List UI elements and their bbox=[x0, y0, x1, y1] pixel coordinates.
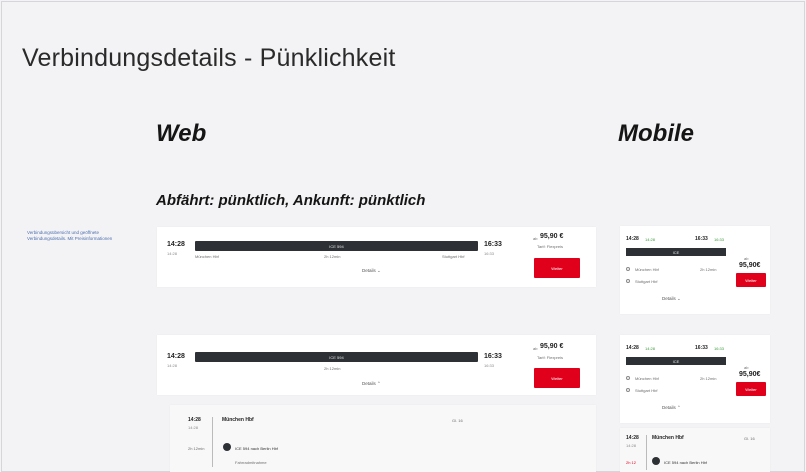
train-icon bbox=[652, 457, 660, 465]
page-title: Verbindungsdetails - Pünklichkeit bbox=[22, 44, 396, 72]
details-toggle[interactable]: Details ⌃ bbox=[662, 405, 681, 411]
mobile-connection-card-collapsed[interactable]: 14:28 14:28 16:33 16:33 ICE München Hbf … bbox=[620, 226, 770, 314]
price: 95,90€ bbox=[739, 262, 761, 269]
origin-dot bbox=[626, 376, 630, 380]
departure-actual: 14:28 bbox=[167, 251, 178, 256]
origin-station: München Hbf bbox=[635, 376, 659, 381]
destination-dot bbox=[626, 279, 630, 283]
price-note: Tarif: Flexpreis bbox=[537, 244, 564, 249]
arrival-time: 16:33 bbox=[695, 236, 708, 242]
web-connection-card-collapsed[interactable]: 14:28 14:28 ICE 594 München Hbf 2h 12min… bbox=[157, 227, 596, 287]
travel-duration: 2h 12min bbox=[700, 267, 717, 272]
leg-extra: Fahrradmitnahme bbox=[235, 460, 267, 465]
arrival-actual: 16:33 bbox=[714, 237, 725, 242]
arrival-actual: 16:33 bbox=[484, 251, 495, 256]
timeline-line bbox=[646, 435, 647, 470]
leg-duration: 2h 12min bbox=[188, 446, 205, 451]
train-icon bbox=[223, 443, 231, 451]
travel-duration: 2h 12min bbox=[700, 376, 717, 381]
origin-dot bbox=[626, 267, 630, 271]
platform-info: Gl. 16 bbox=[744, 436, 755, 441]
leg-duration: 2h 12 bbox=[626, 460, 637, 465]
stop-time-actual: 14:28 bbox=[188, 425, 199, 430]
leg-train: ICE 594 nach Berlin Hbf bbox=[235, 446, 278, 451]
stop-name: München Hbf bbox=[222, 417, 254, 423]
web-section-title: Web bbox=[156, 120, 207, 147]
destination-station: Stuttgart Hbf bbox=[442, 254, 465, 259]
stop-time: 14:28 bbox=[188, 417, 201, 423]
details-toggle[interactable]: Details ⌃ bbox=[362, 381, 381, 387]
departure-actual: 14:28 bbox=[645, 346, 656, 351]
departure-actual: 14:28 bbox=[167, 363, 178, 368]
continue-button[interactable]: Weiter bbox=[736, 382, 766, 396]
price-note: Tarif: Flexpreis bbox=[537, 355, 564, 360]
price-prefix: ab bbox=[744, 256, 749, 261]
train-bar: ICE 594 bbox=[195, 241, 478, 251]
continue-button[interactable]: Weiter bbox=[736, 273, 766, 287]
platform-info: Gl. 16 bbox=[452, 418, 463, 423]
side-note: Verbindungsübersicht und geöffnete Verbi… bbox=[27, 230, 113, 241]
web-details-panel: 14:28 14:28 München Hbf Gl. 16 2h 12min … bbox=[170, 405, 596, 472]
origin-station: München Hbf bbox=[195, 254, 219, 259]
arrival-time: 16:33 bbox=[484, 241, 502, 248]
train-bar: ICE bbox=[626, 248, 726, 256]
travel-duration: 2h 12min bbox=[324, 254, 341, 259]
web-connection-card-expanded[interactable]: 14:28 14:28 ICE 594 2h 12min 16:33 16:33… bbox=[157, 335, 596, 395]
arrival-time: 16:33 bbox=[695, 345, 708, 351]
train-bar: ICE 594 bbox=[195, 352, 478, 362]
price: 95,90 € bbox=[540, 233, 564, 240]
destination-station: Stuttgart Hbf bbox=[635, 388, 658, 393]
origin-station: München Hbf bbox=[635, 267, 659, 272]
price: 95,90€ bbox=[739, 371, 761, 378]
leg-train: ICE 594 nach Berlin Hbf bbox=[664, 460, 707, 465]
departure-time: 14:28 bbox=[167, 241, 185, 248]
scenario-subtitle: Abfährt: pünktlich, Ankunft: pünktlich bbox=[156, 192, 426, 209]
arrival-time: 16:33 bbox=[484, 353, 502, 360]
destination-dot bbox=[626, 388, 630, 392]
price: 95,90 € bbox=[540, 343, 564, 350]
departure-time: 14:28 bbox=[626, 236, 639, 242]
stop-name: München Hbf bbox=[652, 435, 684, 441]
travel-duration: 2h 12min bbox=[324, 366, 341, 371]
mobile-section-title: Mobile bbox=[618, 120, 694, 147]
continue-button[interactable]: Weiter bbox=[534, 258, 580, 278]
continue-button[interactable]: Weiter bbox=[534, 368, 580, 388]
price-prefix: ab bbox=[533, 346, 538, 351]
train-bar: ICE bbox=[626, 357, 726, 365]
timeline-line bbox=[212, 417, 213, 467]
price-prefix: ab bbox=[744, 365, 749, 370]
mobile-connection-card-expanded[interactable]: 14:28 14:28 16:33 16:33 ICE München Hbf … bbox=[620, 335, 770, 423]
mobile-details-panel: 14:28 14:28 München Hbf Gl. 16 2h 12 ICE… bbox=[620, 428, 770, 472]
departure-actual: 14:28 bbox=[645, 237, 656, 242]
destination-station: Stuttgart Hbf bbox=[635, 279, 658, 284]
stop-time-actual: 14:28 bbox=[626, 443, 637, 448]
stop-time: 14:28 bbox=[626, 435, 639, 441]
departure-time: 14:28 bbox=[626, 345, 639, 351]
details-toggle[interactable]: Details ⌄ bbox=[362, 268, 381, 274]
details-toggle[interactable]: Details ⌄ bbox=[662, 296, 681, 302]
arrival-actual: 16:33 bbox=[484, 363, 495, 368]
price-prefix: ab bbox=[533, 236, 538, 241]
arrival-actual: 16:33 bbox=[714, 346, 725, 351]
departure-time: 14:28 bbox=[167, 353, 185, 360]
